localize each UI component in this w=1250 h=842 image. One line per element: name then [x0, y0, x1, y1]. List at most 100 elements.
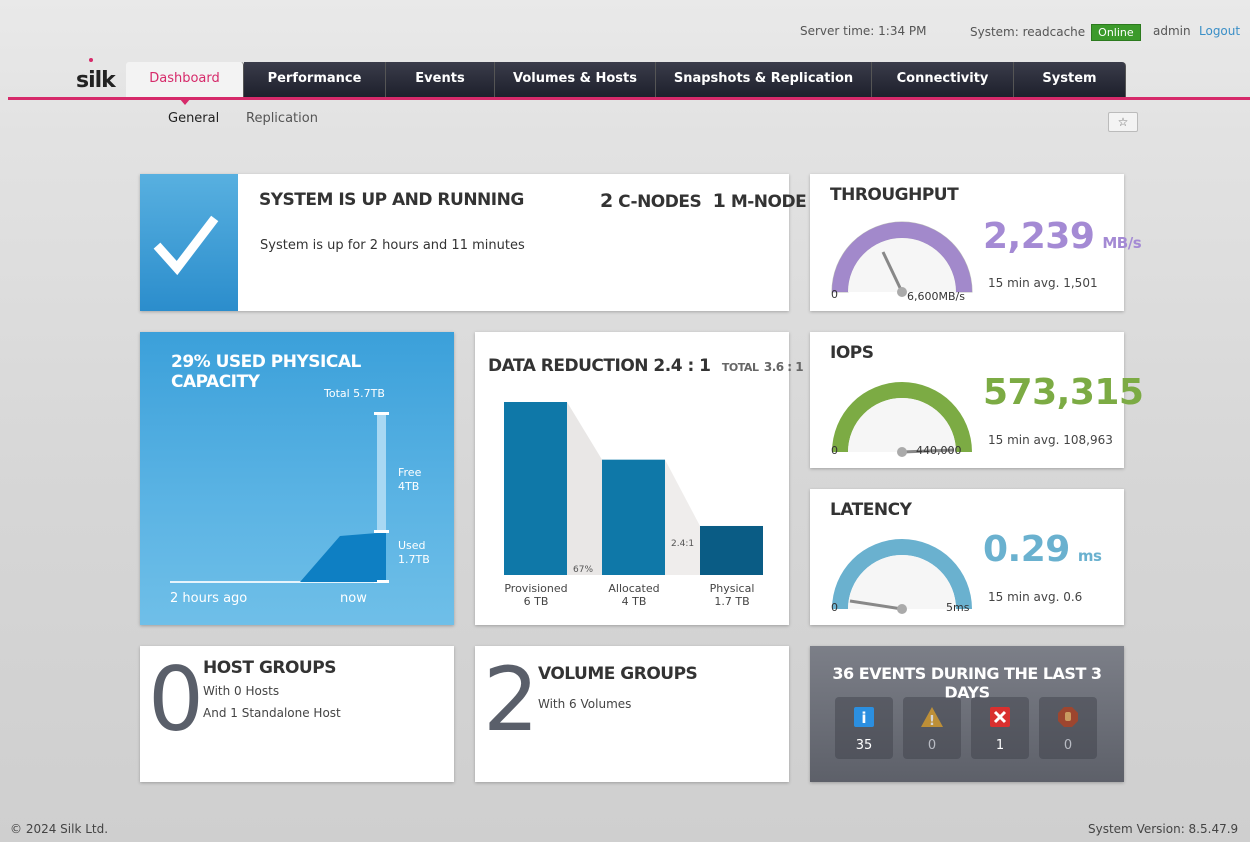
volume-groups-count: 2	[483, 648, 539, 751]
server-time: Server time: 1:34 PM	[800, 24, 927, 38]
uptime-text: System is up for 2 hours and 11 minutes	[260, 238, 525, 253]
svg-text:!: !	[929, 714, 935, 728]
capacity-used: Used 1.7TB	[398, 539, 430, 566]
volume-groups-card[interactable]: 2 VOLUME GROUPS With 6 Volumes	[475, 646, 789, 782]
bar-group	[504, 402, 763, 575]
throughput-gauge	[831, 221, 973, 297]
critical-stop-icon	[1058, 707, 1078, 727]
subnav-replication[interactable]: Replication	[246, 111, 318, 126]
top-status-bar: Server time: 1:34 PM System: readcache On…	[0, 24, 1240, 42]
cnode-label: C-NODES	[618, 192, 702, 212]
host-groups-title: HOST GROUPS	[203, 658, 336, 678]
info-icon: i	[854, 707, 874, 727]
events-error-count: 1	[995, 738, 1005, 753]
throughput-avg: 15 min avg. 1,501	[988, 276, 1098, 290]
iops-card: IOPS 0 440,000 573,315 15 min avg. 108,9…	[810, 332, 1144, 468]
silk-logo: silk	[76, 58, 116, 93]
svg-text:i: i	[861, 709, 866, 727]
data-reduction-header: DATA REDUCTION 2.4 : 1 TOTAL 3.6 : 1	[488, 356, 804, 376]
latency-avg: 15 min avg. 0.6	[988, 590, 1083, 604]
online-status-badge: Online	[1091, 24, 1141, 41]
tab-dashboard[interactable]: Dashboard	[126, 62, 244, 105]
iops-scale-min: 0	[831, 444, 838, 457]
capacity-free: Free 4TB	[398, 466, 422, 493]
cnode-count: 2	[600, 190, 613, 212]
main-tabs: Dashboard Performance Events Volumes & H…	[126, 62, 1126, 105]
bar-provisioned	[504, 402, 567, 575]
host-groups-line2: And 1 Standalone Host	[203, 706, 341, 720]
events-info-box[interactable]: i 35	[835, 697, 893, 759]
star-icon: ☆	[1117, 115, 1129, 129]
capacity-total: Total 5.7TB	[324, 387, 385, 400]
throughput-scale-max: 6,600MB/s	[907, 290, 965, 303]
iops-title: IOPS	[830, 343, 874, 363]
node-counts: 2 C-NODES 1 M-NODE	[600, 190, 807, 212]
checkmark-icon	[153, 215, 219, 276]
system-name: System: readcache Online	[970, 24, 1141, 41]
data-reduction-card: DATA REDUCTION 2.4 : 1 TOTAL 3.6 : 1 67%…	[475, 332, 804, 625]
system-status-card: SYSTEM IS UP AND RUNNING 2 C-NODES 1 M-N…	[140, 174, 807, 311]
events-warning-box[interactable]: ! 0	[903, 697, 961, 759]
events-critical-box[interactable]: 0	[1039, 697, 1097, 759]
events-card[interactable]: 36 EVENTS DURING THE LAST 3 DAYS i 35 ! …	[810, 646, 1124, 782]
throughput-card: THROUGHPUT 0 6,600MB/s 2,239 MB/s 15 min …	[810, 174, 1142, 311]
warning-icon: !	[921, 707, 943, 729]
tab-underline	[8, 97, 1250, 100]
throughput-scale-min: 0	[831, 288, 838, 301]
bar-allocated	[602, 459, 665, 575]
mnode-count: 1	[712, 190, 726, 212]
error-icon	[990, 707, 1010, 727]
tab-snapshots-replication[interactable]: Snapshots & Replication	[656, 62, 872, 98]
data-reduction-title: DATA REDUCTION 2.4 : 1	[488, 356, 711, 376]
capacity-title: 29% USED PHYSICAL CAPACITY	[171, 352, 361, 392]
status-title: SYSTEM IS UP AND RUNNING	[259, 190, 524, 210]
data-reduction-total-label: TOTAL	[721, 361, 759, 374]
capacity-card: 29% USED PHYSICAL CAPACITY Total 5.7TB F…	[140, 332, 454, 625]
latency-card: LATENCY 0 5ms 0.29 ms 15 min avg. 0.6	[810, 489, 1124, 625]
host-groups-line1: With 0 Hosts	[203, 684, 280, 698]
status-check-panel	[140, 174, 238, 311]
copyright: © 2024 Silk Ltd.	[10, 822, 109, 836]
mnode-label: M-NODE	[730, 192, 807, 212]
bar-label-allocated: Allocated 4 TB	[608, 582, 660, 608]
tab-connectivity[interactable]: Connectivity	[872, 62, 1014, 98]
iops-avg: 15 min avg. 108,963	[988, 433, 1113, 447]
events-info-count: 35	[855, 738, 873, 753]
volume-groups-line1: With 6 Volumes	[538, 697, 632, 711]
host-groups-count: 0	[148, 648, 204, 751]
data-reduction-chart: 67% 2.4:1	[504, 402, 763, 575]
reduction-pct-label: 67%	[573, 565, 593, 575]
capacity-x-end: now	[340, 591, 367, 606]
latency-title: LATENCY	[830, 500, 912, 520]
data-reduction-total-value: 3.6 : 1	[763, 360, 804, 374]
tab-volumes-hosts[interactable]: Volumes & Hosts	[495, 62, 656, 98]
host-groups-card[interactable]: 0 HOST GROUPS With 0 Hosts And 1 Standal…	[140, 646, 454, 782]
volume-groups-title: VOLUME GROUPS	[538, 664, 698, 684]
events-warning-count: 0	[927, 738, 937, 753]
throughput-title: THROUGHPUT	[830, 185, 959, 205]
events-critical-count: 0	[1063, 738, 1073, 753]
tab-events[interactable]: Events	[386, 62, 495, 98]
tab-performance[interactable]: Performance	[244, 62, 386, 98]
subnav-general[interactable]: General	[168, 111, 219, 126]
logout-link[interactable]: Logout	[1199, 24, 1240, 38]
bar-physical	[700, 525, 763, 575]
logo-dot	[89, 58, 93, 62]
favorite-button[interactable]: ☆	[1108, 112, 1138, 132]
iops-scale-max: 440,000	[916, 444, 962, 457]
iops-value: 573,315	[983, 372, 1144, 413]
reduction-ratio-label: 2.4:1	[671, 539, 694, 549]
bar-label-physical: Physical 1.7 TB	[709, 582, 755, 608]
username: admin	[1153, 24, 1191, 38]
latency-scale-max: 5ms	[946, 601, 970, 614]
system-version: System Version: 8.5.47.9	[1088, 822, 1239, 836]
tab-system[interactable]: System	[1014, 62, 1126, 98]
events-error-box[interactable]: 1	[971, 697, 1029, 759]
latency-scale-min: 0	[831, 601, 838, 614]
latency-value: 0.29 ms	[983, 529, 1102, 570]
capacity-chart	[170, 412, 389, 583]
capacity-x-start: 2 hours ago	[170, 591, 248, 606]
bar-label-provisioned: Provisioned 6 TB	[504, 582, 568, 608]
throughput-value: 2,239 MB/s	[983, 216, 1142, 257]
system-label: System: readcache	[970, 25, 1086, 39]
